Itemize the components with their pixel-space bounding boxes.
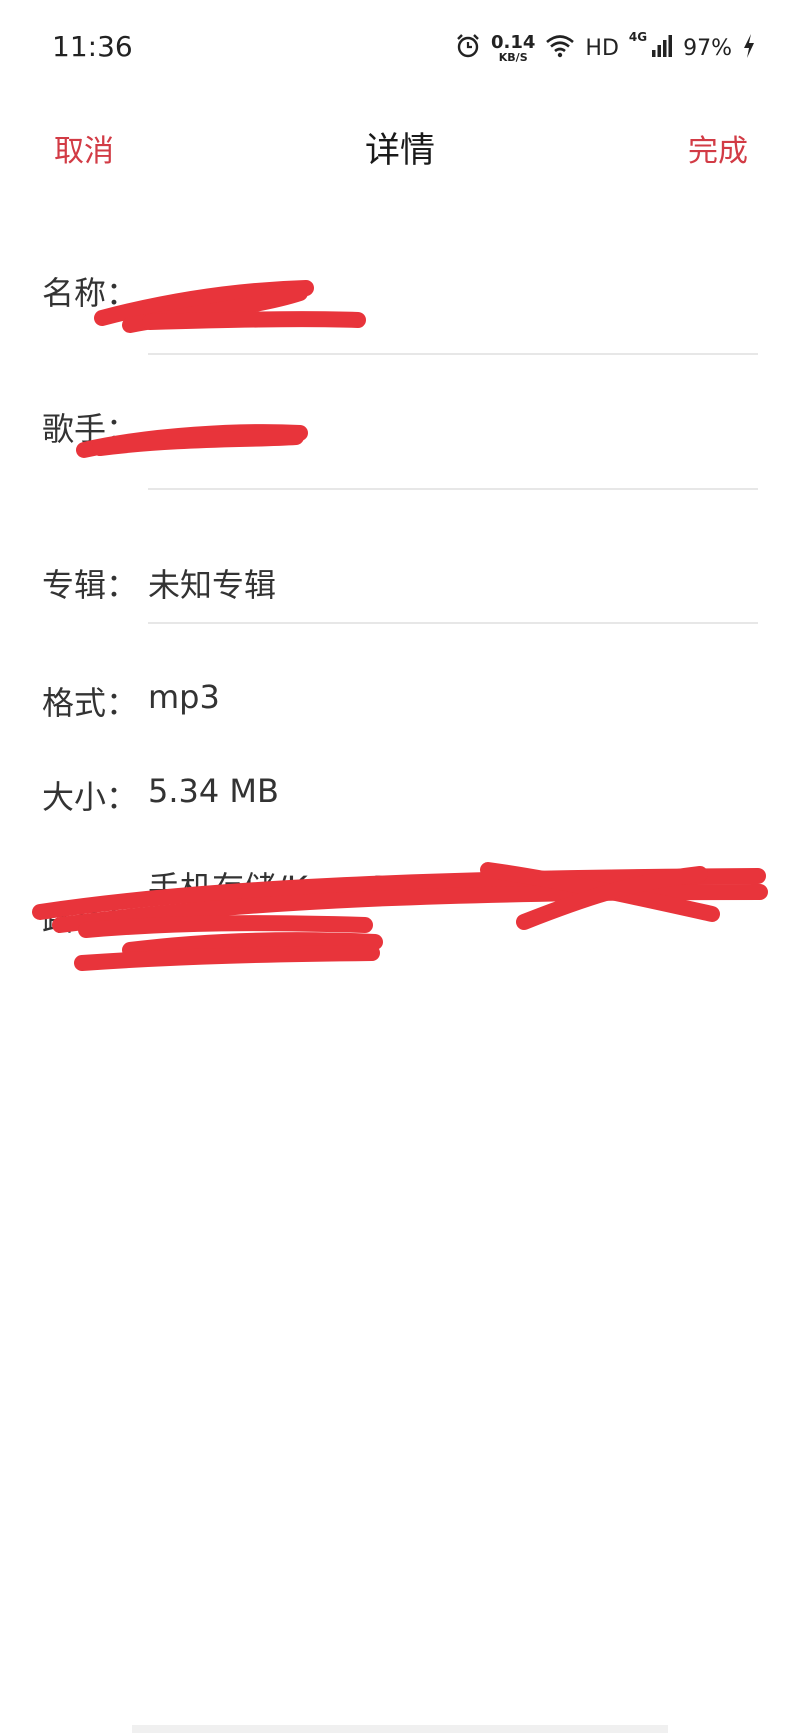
name-label: 名称： <box>42 274 139 312</box>
done-button[interactable]: 完成 <box>688 126 748 170</box>
redaction-mark <box>74 945 380 971</box>
size-label: 大小： <box>42 778 139 816</box>
signal-icon <box>651 34 673 62</box>
status-icons: 0.14 KB/S HD 4G 97% <box>455 30 756 66</box>
artist-label: 歌手： <box>42 410 139 448</box>
charging-icon <box>742 33 756 63</box>
nav-bar: 取消 详情 完成 <box>0 108 800 192</box>
album-input[interactable]: 未知专辑 <box>148 560 276 606</box>
format-value: mp3 <box>148 678 220 716</box>
wifi-icon <box>545 34 575 62</box>
network-speed: 0.14 KB/S <box>490 31 536 64</box>
hd-indicator: HD <box>585 35 619 61</box>
status-time: 11:36 <box>52 30 133 63</box>
format-label: 格式： <box>42 684 139 722</box>
alarm-icon <box>455 33 481 63</box>
album-label: 专辑： <box>42 566 139 604</box>
size-value: 5.34 MB <box>148 772 279 810</box>
redaction-mark <box>122 932 383 958</box>
path-value: 手机存储/KuwoMusic/mus <box>148 869 543 907</box>
bottom-edge <box>132 1725 668 1733</box>
battery-level: 97% <box>683 35 732 61</box>
redaction-mark <box>122 285 308 333</box>
name-divider <box>148 353 758 355</box>
network-type: 4G <box>628 30 648 44</box>
artist-divider <box>148 488 758 490</box>
page-title: 详情 <box>364 131 435 171</box>
redaction-mark <box>142 311 366 330</box>
status-bar: 11:36 0.14 KB/S HD 4G 97% <box>0 0 800 100</box>
album-divider <box>148 622 758 624</box>
path-label: 路径： <box>42 900 139 938</box>
